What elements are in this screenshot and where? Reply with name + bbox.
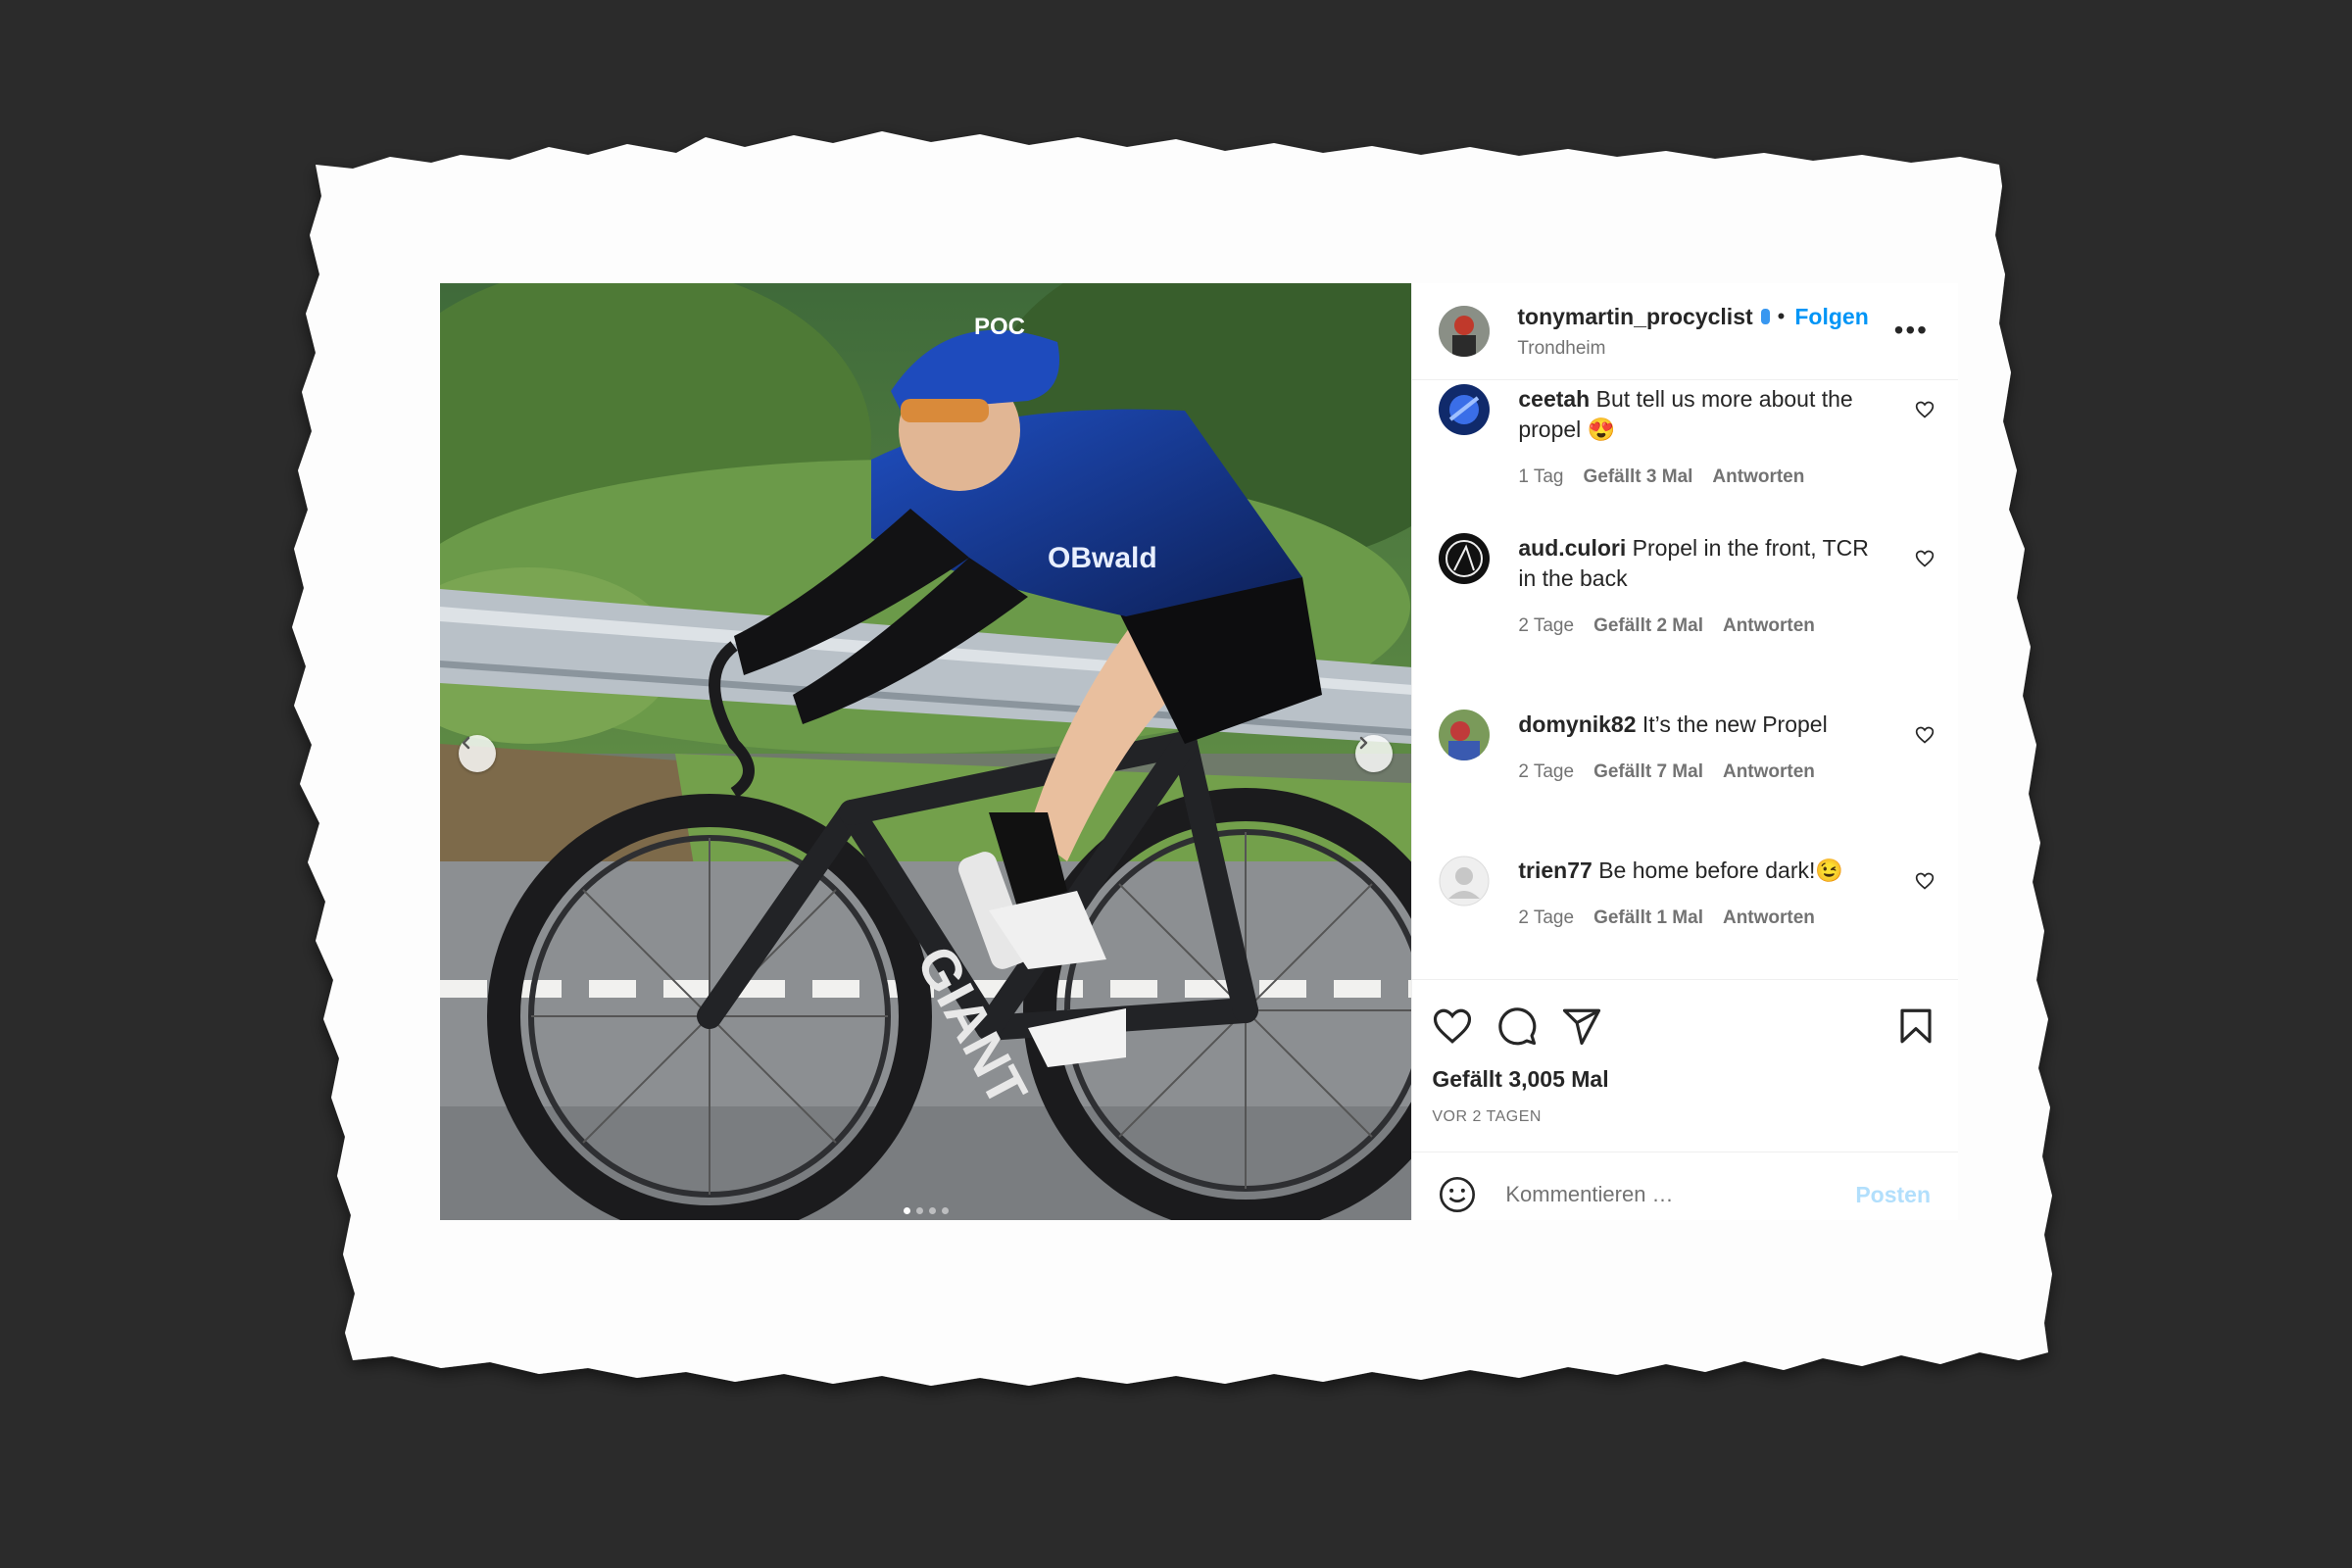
comment-username[interactable]: trien77 bbox=[1518, 858, 1592, 883]
heart-icon[interactable] bbox=[1432, 1005, 1473, 1047]
comment-age: 1 Tag bbox=[1518, 466, 1564, 487]
comment-text-block: trien77 Be home before dark!😉 bbox=[1518, 856, 1891, 886]
heart-icon[interactable] bbox=[1915, 725, 1935, 745]
comment-age: 2 Tage bbox=[1518, 615, 1575, 636]
carousel-dot bbox=[941, 1207, 949, 1214]
comment-likes[interactable]: Gefällt 1 Mal bbox=[1593, 907, 1703, 929]
comment-item: aud.culori Propel in the front, TCR in t… bbox=[1439, 533, 1935, 637]
author-username[interactable]: tonymartin_procyclist bbox=[1517, 304, 1752, 330]
header-separator: • bbox=[1777, 304, 1786, 328]
post-photo: GIANT OBwald POC bbox=[440, 283, 1412, 1220]
comment-text: Be home before dark!😉 bbox=[1598, 858, 1844, 883]
post-location[interactable]: Trondheim bbox=[1517, 338, 1935, 360]
verified-badge-icon bbox=[1760, 309, 1770, 324]
comment-meta: 2 Tage Gefällt 7 Mal Antworten bbox=[1518, 761, 1935, 783]
comment-reply-button[interactable]: Antworten bbox=[1723, 615, 1815, 637]
carousel-dot bbox=[915, 1207, 923, 1214]
share-icon[interactable] bbox=[1561, 1005, 1602, 1047]
comment-username[interactable]: ceetah bbox=[1518, 386, 1590, 412]
comment-age: 2 Tage bbox=[1518, 907, 1575, 928]
comment-reply-button[interactable]: Antworten bbox=[1712, 466, 1804, 488]
carousel-indicator bbox=[440, 1207, 1411, 1214]
comment-username[interactable]: aud.culori bbox=[1518, 535, 1626, 561]
comment-avatar[interactable] bbox=[1439, 856, 1490, 906]
comment-meta: 1 Tag Gefällt 3 Mal Antworten bbox=[1518, 466, 1935, 488]
post-timestamp: VOR 2 TAGEN bbox=[1432, 1108, 1542, 1125]
bookmark-icon[interactable] bbox=[1895, 1005, 1936, 1047]
instagram-post: GIANT OBwald POC tonymartin_procyclist •… bbox=[440, 283, 1958, 1220]
comment-text-block: aud.culori Propel in the front, TCR in t… bbox=[1518, 533, 1891, 594]
jersey-text: OBwald bbox=[1048, 542, 1157, 574]
comment-meta: 2 Tage Gefällt 2 Mal Antworten bbox=[1518, 615, 1935, 637]
comment-item: trien77 Be home before dark!😉 2 Tage Gef… bbox=[1439, 856, 1935, 929]
more-icon: ••• bbox=[1893, 315, 1929, 345]
comment-likes[interactable]: Gefällt 3 Mal bbox=[1584, 466, 1693, 488]
carousel-dot bbox=[928, 1207, 936, 1214]
heart-icon[interactable] bbox=[1915, 400, 1935, 419]
comment-composer: Posten bbox=[1412, 1152, 1958, 1220]
comments-list[interactable]: ceetah But tell us more about the propel… bbox=[1412, 380, 1958, 979]
post-side-panel: tonymartin_procyclist • Folgen Trondheim… bbox=[1411, 283, 1958, 1220]
chevron-left-icon bbox=[462, 736, 470, 750]
author-avatar[interactable] bbox=[1439, 306, 1491, 357]
carousel-dot bbox=[903, 1207, 910, 1214]
comment-reply-button[interactable]: Antworten bbox=[1723, 907, 1815, 929]
more-options-button[interactable]: ••• bbox=[1894, 317, 1929, 344]
chevron-right-icon bbox=[1360, 736, 1368, 750]
comment-avatar[interactable] bbox=[1439, 710, 1491, 760]
follow-button[interactable]: Folgen bbox=[1794, 304, 1868, 330]
comment-likes[interactable]: Gefällt 2 Mal bbox=[1593, 615, 1703, 637]
comment-item: ceetah But tell us more about the propel… bbox=[1439, 384, 1935, 488]
comment-item: domynik82 It’s the new Propel 2 Tage Gef… bbox=[1439, 710, 1935, 783]
comment-input[interactable] bbox=[1503, 1174, 1832, 1215]
comment-avatar[interactable] bbox=[1439, 533, 1491, 584]
post-actions: Gefällt 3,005 Mal VOR 2 TAGEN bbox=[1412, 979, 1958, 1152]
comment-meta: 2 Tage Gefällt 1 Mal Antworten bbox=[1518, 907, 1935, 929]
emoji-icon[interactable] bbox=[1438, 1175, 1477, 1214]
heart-icon[interactable] bbox=[1915, 871, 1935, 891]
helmet-brand-text: POC bbox=[974, 314, 1025, 340]
comment-reply-button[interactable]: Antworten bbox=[1723, 761, 1815, 783]
comment-username[interactable]: domynik82 bbox=[1518, 711, 1636, 737]
carousel-prev-button[interactable] bbox=[459, 735, 496, 772]
cyclist-illustration: GIANT OBwald POC bbox=[440, 283, 1412, 1220]
comment-icon[interactable] bbox=[1496, 1005, 1538, 1047]
post-comment-button[interactable]: Posten bbox=[1855, 1182, 1931, 1208]
heart-icon[interactable] bbox=[1915, 549, 1935, 568]
comment-avatar[interactable] bbox=[1439, 384, 1491, 435]
likes-count[interactable]: Gefällt 3,005 Mal bbox=[1432, 1066, 1608, 1093]
comment-text-block: domynik82 It’s the new Propel bbox=[1518, 710, 1891, 740]
comment-text-block: ceetah But tell us more about the propel… bbox=[1518, 384, 1891, 445]
comment-text: It’s the new Propel bbox=[1642, 711, 1828, 737]
comment-age: 2 Tage bbox=[1518, 761, 1575, 782]
post-header: tonymartin_procyclist • Folgen Trondheim… bbox=[1412, 283, 1958, 380]
comment-likes[interactable]: Gefällt 7 Mal bbox=[1593, 761, 1703, 783]
